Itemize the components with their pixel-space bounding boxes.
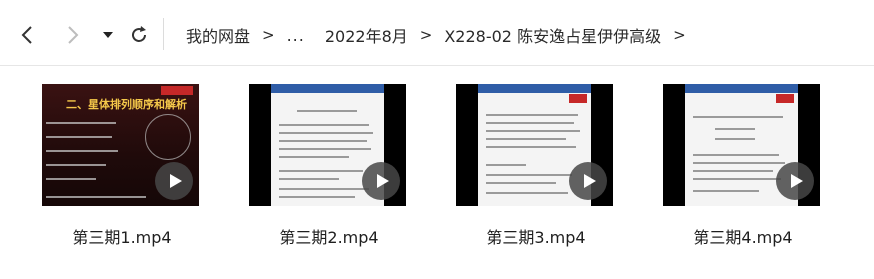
document-text-line xyxy=(486,122,574,124)
back-button[interactable] xyxy=(14,22,40,48)
play-icon xyxy=(790,174,803,188)
file-name: 第三期1.mp4 xyxy=(72,228,172,247)
play-overlay xyxy=(569,162,607,200)
file-name: 第三期2.mp4 xyxy=(279,228,379,247)
file-tile[interactable]: 第三期2.mp4 xyxy=(244,84,414,254)
slide-text-line xyxy=(46,178,96,180)
file-name: 第三期4.mp4 xyxy=(693,228,793,247)
breadcrumb-item-folder[interactable]: X228-02 陈安逸占星伊伊高级 xyxy=(444,23,661,47)
refresh-button[interactable] xyxy=(126,22,152,48)
toolbar: 我的网盘 > ... 2022年8月 > X228-02 陈安逸占星伊伊高级 > xyxy=(0,0,874,66)
chevron-left-icon xyxy=(21,26,32,44)
document-text-line xyxy=(486,146,576,148)
toolbar-divider xyxy=(163,18,164,50)
document-text-line xyxy=(715,128,755,130)
forward-button[interactable] xyxy=(60,22,86,48)
document-text-line xyxy=(715,138,755,140)
breadcrumb-ellipsis[interactable]: ... xyxy=(287,26,305,45)
document-text-line xyxy=(279,156,349,158)
file-tile[interactable]: 第三期3.mp4 xyxy=(451,84,621,254)
document-text-line xyxy=(279,188,369,190)
breadcrumb-root[interactable]: 我的网盘 xyxy=(186,23,250,47)
video-thumbnail: 二、星体排列顺序和解析 xyxy=(42,84,199,206)
caret-down-icon xyxy=(103,32,113,38)
document-toolbar xyxy=(271,84,384,93)
document-text-line xyxy=(486,114,578,116)
document-toolbar xyxy=(478,84,591,93)
document-text-line xyxy=(693,190,759,192)
play-overlay xyxy=(155,162,193,200)
play-icon xyxy=(376,174,389,188)
document-text-line xyxy=(693,116,783,118)
breadcrumb-separator: > xyxy=(673,26,686,44)
video-thumbnail xyxy=(456,84,613,206)
video-thumbnail xyxy=(249,84,406,206)
document-text-line xyxy=(486,192,568,194)
document-text-line xyxy=(279,178,339,180)
breadcrumb-item-month[interactable]: 2022年8月 xyxy=(325,23,408,47)
document-text-line xyxy=(279,132,373,134)
slide-text-line xyxy=(46,196,146,198)
breadcrumb-separator: > xyxy=(419,26,433,44)
breadcrumb: 我的网盘 > ... 2022年8月 > X228-02 陈安逸占星伊伊高级 > xyxy=(186,22,698,48)
play-overlay xyxy=(362,162,400,200)
history-dropdown[interactable] xyxy=(95,22,121,48)
document-text-line xyxy=(693,154,779,156)
slide-title: 二、星体排列顺序和解析 xyxy=(66,98,187,111)
document-text-line xyxy=(486,182,556,184)
file-tile[interactable]: 二、星体排列顺序和解析 第三期1.mp4 xyxy=(37,84,207,254)
document-text-line xyxy=(693,162,785,164)
video-thumbnail xyxy=(663,84,820,206)
file-tile[interactable]: 第三期4.mp4 xyxy=(658,84,828,254)
document-text-line xyxy=(693,178,781,180)
document-text-line xyxy=(486,138,566,140)
slide-text-line xyxy=(46,122,116,124)
document-text-line xyxy=(486,130,580,132)
document-text-line xyxy=(279,148,371,150)
slide-text-line xyxy=(46,150,118,152)
document-text-line xyxy=(486,174,572,176)
document-text-line xyxy=(279,170,363,172)
refresh-icon xyxy=(132,26,146,42)
play-icon xyxy=(583,174,596,188)
document-text-line xyxy=(486,164,526,166)
slide-chart-circle xyxy=(145,114,191,160)
file-name: 第三期3.mp4 xyxy=(486,228,586,247)
chevron-right-icon xyxy=(68,26,79,44)
document-text-line xyxy=(279,124,369,126)
document-logo xyxy=(569,94,587,103)
document-text-line xyxy=(297,110,357,112)
slide-logo xyxy=(161,86,193,95)
play-overlay xyxy=(776,162,814,200)
slide-text-line xyxy=(46,164,106,166)
document-logo xyxy=(776,94,794,103)
play-icon xyxy=(169,174,182,188)
slide-text-line xyxy=(46,136,112,138)
document-text-line xyxy=(693,170,773,172)
document-toolbar xyxy=(685,84,798,93)
document-text-line xyxy=(279,140,367,142)
document-text-line xyxy=(279,196,355,198)
file-grid: 二、星体排列顺序和解析 第三期1.mp4 第三期2.mp4 第三期3.mp4 第… xyxy=(0,66,874,279)
breadcrumb-separator: > xyxy=(262,26,275,44)
